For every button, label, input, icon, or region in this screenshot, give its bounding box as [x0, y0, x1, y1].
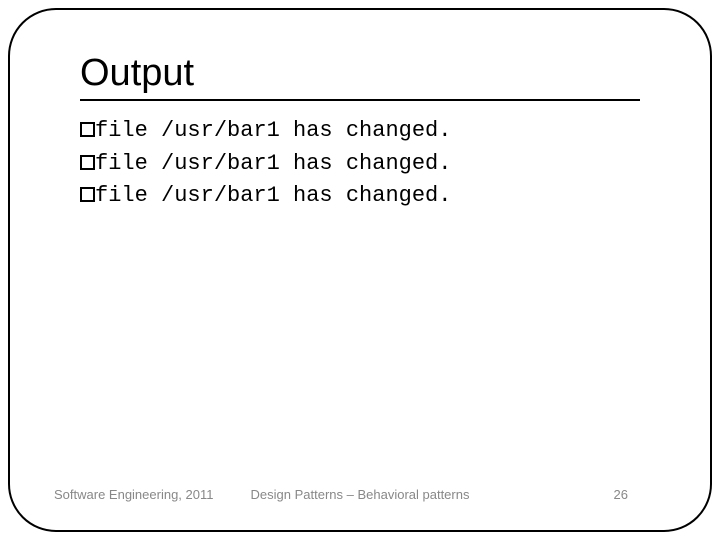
square-bullet-icon	[80, 122, 95, 137]
footer: Software Engineering, 2011 Design Patter…	[10, 482, 710, 502]
footer-page-number: 26	[614, 487, 628, 502]
output-text: file /usr/bar1 has changed.	[95, 183, 451, 208]
output-block: file /usr/bar1 has changed. file /usr/ba…	[80, 115, 640, 213]
output-line: file /usr/bar1 has changed.	[80, 148, 640, 181]
output-text: file /usr/bar1 has changed.	[95, 118, 451, 143]
slide-title: Output	[80, 52, 640, 101]
output-line: file /usr/bar1 has changed.	[80, 115, 640, 148]
square-bullet-icon	[80, 187, 95, 202]
footer-center: Design Patterns – Behavioral patterns	[10, 487, 710, 502]
slide-content: Output file /usr/bar1 has changed. file …	[80, 52, 640, 213]
square-bullet-icon	[80, 155, 95, 170]
output-text: file /usr/bar1 has changed.	[95, 151, 451, 176]
output-line: file /usr/bar1 has changed.	[80, 180, 640, 213]
slide-frame: Output file /usr/bar1 has changed. file …	[8, 8, 712, 532]
